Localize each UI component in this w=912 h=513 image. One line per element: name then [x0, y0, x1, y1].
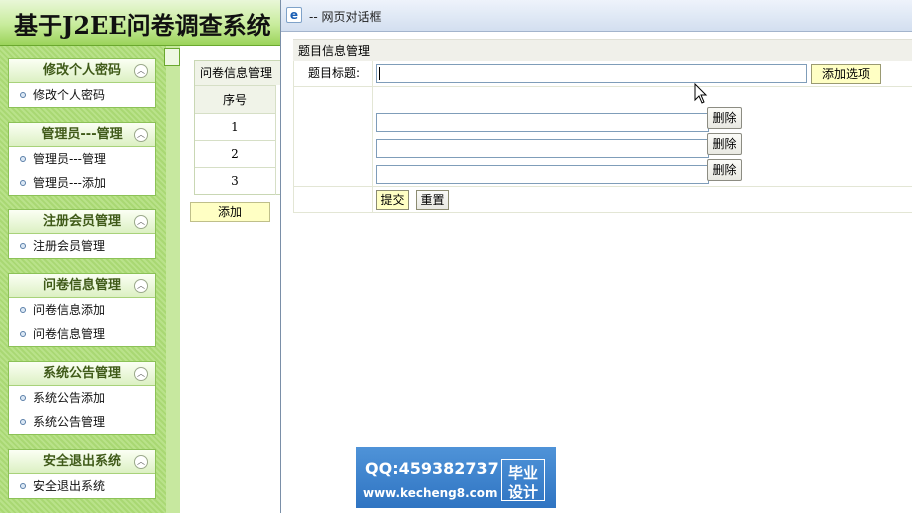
sidebar-item-label: 系统公告管理	[33, 415, 106, 429]
sidebar-item-label: 问卷信息添加	[33, 303, 106, 317]
options-label-cell	[294, 87, 373, 186]
question-title-input[interactable]	[376, 64, 807, 83]
sidebar-item-label: 安全退出系统	[33, 479, 106, 493]
web-dialog: e -- 网页对话框 题目信息管理 题目标题: 添加选项 删除 删除 删除 提交…	[280, 0, 912, 513]
watermark-banner: QQ:459382737 www.kecheng8.com 毕业 设计	[356, 447, 556, 508]
sidebar-splitter	[166, 46, 180, 513]
actions-label-cell	[294, 187, 373, 212]
menu-group-header[interactable]: 管理员---管理 ︿	[9, 123, 155, 147]
form-header: 题目信息管理	[293, 39, 912, 61]
watermark-badge: 毕业 设计	[501, 459, 545, 501]
options-row: 删除 删除 删除	[293, 87, 912, 187]
add-option-button[interactable]: 添加选项	[811, 64, 881, 84]
table-row: 2	[195, 140, 275, 167]
menu-group-password: 修改个人密码 ︿ 修改个人密码	[8, 58, 156, 108]
sidebar-item-label: 管理员---添加	[33, 176, 106, 190]
bullet-icon	[20, 331, 26, 337]
menu-group-survey: 问卷信息管理 ︿ 问卷信息添加 问卷信息管理	[8, 273, 156, 347]
menu-group-title: 修改个人密码	[42, 63, 121, 78]
actions-row: 提交 重置	[293, 187, 912, 213]
sidebar-toggle[interactable]	[164, 48, 180, 66]
reset-button[interactable]: 重置	[416, 190, 449, 210]
delete-option-button-2[interactable]: 删除	[707, 133, 742, 155]
ie-icon: e	[286, 7, 302, 23]
menu-group-title: 系统公告管理	[42, 366, 121, 381]
sidebar-item-survey-add[interactable]: 问卷信息添加	[9, 298, 155, 322]
menu-group-notice: 系统公告管理 ︿ 系统公告添加 系统公告管理	[8, 361, 156, 435]
main-panel: 问卷信息管理 序号 1 2 3 添加	[180, 46, 284, 513]
bullet-icon	[20, 483, 26, 489]
survey-list-table: 问卷信息管理 序号 1 2 3	[194, 60, 284, 195]
question-title-row: 题目标题: 添加选项	[293, 61, 912, 87]
question-title-label: 题目标题:	[294, 61, 373, 86]
menu-group-admin: 管理员---管理 ︿ 管理员---管理 管理员---添加	[8, 122, 156, 196]
bullet-icon	[20, 395, 26, 401]
option-input-1[interactable]	[376, 113, 709, 132]
chevron-up-icon[interactable]: ︿	[134, 455, 148, 469]
sidebar-item-admin-manage[interactable]: 管理员---管理	[9, 147, 155, 171]
menu-group-title: 问卷信息管理	[42, 278, 121, 293]
delete-option-button-3[interactable]: 删除	[707, 159, 742, 181]
mouse-pointer-icon	[694, 83, 708, 104]
sidebar-item-admin-add[interactable]: 管理员---添加	[9, 171, 155, 195]
menu-group-members: 注册会员管理 ︿ 注册会员管理	[8, 209, 156, 259]
option-input-3[interactable]	[376, 165, 709, 184]
sidebar-item-label: 管理员---管理	[33, 152, 106, 166]
menu-group-header[interactable]: 系统公告管理 ︿	[9, 362, 155, 386]
table-title: 问卷信息管理	[195, 61, 283, 85]
chevron-up-icon[interactable]: ︿	[134, 128, 148, 142]
column-divider	[275, 85, 276, 195]
dialog-title: -- 网页对话框	[309, 10, 382, 24]
bullet-icon	[20, 243, 26, 249]
menu-group-header[interactable]: 注册会员管理 ︿	[9, 210, 155, 234]
delete-option-button-1[interactable]: 删除	[707, 107, 742, 129]
bullet-icon	[20, 180, 26, 186]
sidebar-item-label: 系统公告添加	[33, 391, 106, 405]
question-form: 题目信息管理 题目标题: 添加选项 删除 删除 删除 提交 重置	[293, 39, 912, 213]
menu-group-title: 安全退出系统	[42, 454, 121, 469]
sidebar-item-logout[interactable]: 安全退出系统	[9, 474, 155, 498]
sidebar-item-notice-add[interactable]: 系统公告添加	[9, 386, 155, 410]
watermark-qq: QQ:459382737	[365, 459, 499, 478]
sidebar-item-notice-manage[interactable]: 系统公告管理	[9, 410, 155, 434]
app-title: 基于J2EE问卷调查系统	[14, 11, 271, 40]
column-header-index: 序号	[195, 85, 275, 113]
chevron-up-icon[interactable]: ︿	[134, 279, 148, 293]
watermark-badge-line2: 设计	[507, 483, 538, 501]
menu-group-logout: 安全退出系统 ︿ 安全退出系统	[8, 449, 156, 499]
menu-group-header[interactable]: 修改个人密码 ︿	[9, 59, 155, 83]
menu-group-header[interactable]: 问卷信息管理 ︿	[9, 274, 155, 298]
option-input-2[interactable]	[376, 139, 709, 158]
chevron-up-icon[interactable]: ︿	[134, 64, 148, 78]
sidebar-item-survey-manage[interactable]: 问卷信息管理	[9, 322, 155, 346]
chevron-up-icon[interactable]: ︿	[134, 215, 148, 229]
menu-group-title: 注册会员管理	[42, 214, 121, 229]
dialog-titlebar[interactable]: e -- 网页对话框	[281, 0, 912, 32]
bullet-icon	[20, 156, 26, 162]
watermark-url: www.kecheng8.com	[363, 486, 498, 500]
table-row: 3	[195, 167, 275, 194]
chevron-up-icon[interactable]: ︿	[134, 367, 148, 381]
bullet-icon	[20, 307, 26, 313]
bullet-icon	[20, 419, 26, 425]
sidebar-item-label: 修改个人密码	[33, 88, 106, 102]
bullet-icon	[20, 92, 26, 98]
sidebar-item-label: 问卷信息管理	[33, 327, 106, 341]
add-survey-button[interactable]: 添加	[190, 202, 270, 222]
sidebar-item-members[interactable]: 注册会员管理	[9, 234, 155, 258]
table-row: 1	[195, 113, 275, 140]
menu-group-title: 管理员---管理	[41, 127, 123, 142]
submit-button[interactable]: 提交	[376, 190, 409, 210]
text-caret	[379, 67, 380, 80]
menu-group-header[interactable]: 安全退出系统 ︿	[9, 450, 155, 474]
watermark-badge-line1: 毕业	[507, 464, 538, 482]
sidebar: 修改个人密码 ︿ 修改个人密码 管理员---管理 ︿ 管理员---管理 管理员-…	[0, 46, 166, 513]
sidebar-item-change-password[interactable]: 修改个人密码	[9, 83, 155, 107]
sidebar-item-label: 注册会员管理	[33, 239, 106, 253]
